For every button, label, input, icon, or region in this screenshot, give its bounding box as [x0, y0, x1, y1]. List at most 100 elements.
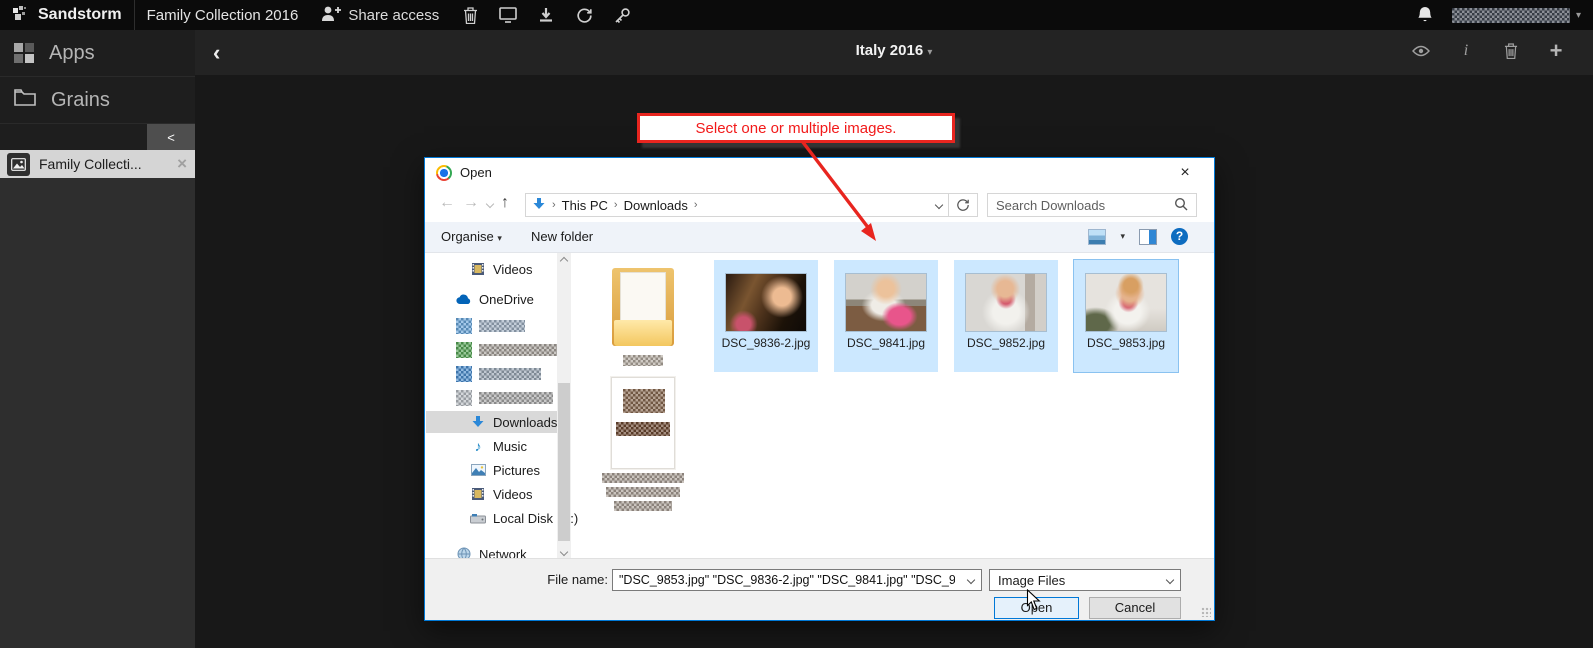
blurred-icon [456, 366, 472, 382]
photo-thumbnail [846, 274, 926, 331]
nav-pane-item-videos[interactable]: Videos [426, 258, 557, 280]
chevron-right-icon: › [694, 199, 698, 211]
search-box [987, 193, 1197, 217]
nav-forward-button[interactable]: → [463, 194, 479, 212]
address-bar[interactable]: › This PC › Downloads › [525, 193, 949, 217]
nav-pane-item-pictures[interactable]: Pictures [426, 459, 557, 481]
cloud-icon [456, 291, 472, 307]
downloads-folder-icon [532, 197, 546, 214]
notifications-bell-icon[interactable] [1416, 6, 1434, 24]
breadcrumb-downloads[interactable]: Downloads [624, 198, 688, 213]
file-type-select[interactable]: Image Files [989, 569, 1181, 591]
annotation-text: Select one or multiple images. [696, 120, 897, 137]
blurred-label [479, 368, 541, 380]
dialog-title: Open [460, 158, 492, 188]
topbar-grain-title: Family Collection 2016 [147, 7, 299, 24]
screen: Sandstorm Family Collection 2016 Share a… [0, 0, 1593, 648]
hard-disk-icon [470, 510, 486, 526]
chevron-down-icon[interactable] [961, 577, 981, 583]
file-name-label: DSC_9852.jpg [954, 336, 1058, 350]
apps-grid-icon [14, 43, 34, 63]
film-icon [470, 261, 486, 277]
share-access-button[interactable]: Share access [320, 5, 439, 25]
grains-label: Grains [51, 89, 110, 112]
file-tile-dsc-9841[interactable]: DSC_9841.jpg [834, 260, 938, 372]
blurred-file-name [606, 487, 680, 497]
file-name-label: DSC_9841.jpg [834, 336, 938, 350]
nav-pane-scrollbar[interactable] [557, 253, 571, 560]
brand-label: Sandstorm [38, 6, 122, 24]
account-menu[interactable]: ▾ [1452, 8, 1581, 23]
album-title-dropdown[interactable]: Italy 2016 ▾ [195, 42, 1593, 59]
scroll-up-icon[interactable] [557, 253, 571, 269]
nav-up-button[interactable]: ↑ [501, 194, 509, 212]
close-icon[interactable]: × [1172, 162, 1198, 184]
sidebar-item-apps[interactable]: Apps [0, 30, 195, 77]
file-name-field-label: File name: [485, 569, 608, 591]
chevron-down-icon: ▾ [497, 233, 502, 243]
nav-pane-item-blurred-2[interactable] [426, 339, 557, 361]
chevron-down-icon[interactable]: ▾ [1120, 231, 1125, 242]
thumbnail-view-icon[interactable] [1088, 229, 1106, 245]
album-title: Italy 2016 [856, 42, 924, 59]
file-tile-dsc-9852[interactable]: DSC_9852.jpg [954, 260, 1058, 372]
nav-pane-item-downloads[interactable]: Downloads [426, 411, 557, 433]
trash-icon[interactable] [461, 6, 479, 24]
blurred-icon [456, 390, 472, 406]
resize-grip[interactable] [1201, 607, 1211, 617]
nav-pane-item-music[interactable]: ♪ Music [426, 435, 557, 457]
api-key-icon[interactable] [613, 6, 631, 24]
sidebar-collapse-button[interactable]: < [147, 124, 195, 150]
eye-icon[interactable] [1412, 42, 1430, 60]
chevron-down-icon [1160, 577, 1180, 583]
toolbar-view-controls: ▾ ? [1088, 228, 1188, 245]
nav-pane-item-blurred-1[interactable] [426, 315, 557, 337]
nav-pane-item-blurred-4[interactable] [426, 387, 557, 409]
nav-pane-label: Downloads [493, 415, 557, 430]
file-tile-blurred-document[interactable] [595, 377, 691, 511]
file-name-input[interactable] [613, 573, 961, 587]
file-tile-dsc-9853[interactable]: DSC_9853.jpg [1074, 260, 1178, 372]
annotation-callout: Select one or multiple images. [637, 113, 955, 143]
folder-icon [612, 268, 674, 346]
new-folder-button[interactable]: New folder [531, 222, 593, 252]
info-icon[interactable]: i [1457, 42, 1475, 60]
file-tile-folder[interactable] [595, 260, 691, 372]
topbar-divider [134, 0, 135, 30]
organise-menu[interactable]: Organise ▾ [441, 222, 502, 253]
download-backup-icon[interactable] [537, 6, 555, 24]
refresh-button[interactable] [948, 193, 978, 217]
trash-icon[interactable] [1502, 42, 1520, 60]
screen-share-icon[interactable] [499, 6, 517, 24]
file-tile-dsc-9836-2[interactable]: DSC_9836-2.jpg [714, 260, 818, 372]
file-name-label: DSC_9853.jpg [1074, 336, 1178, 350]
restart-icon[interactable] [575, 6, 593, 24]
nav-history-caret[interactable] [486, 200, 494, 208]
breadcrumb-this-pc[interactable]: This PC [562, 198, 608, 213]
nav-pane-item-local-disk[interactable]: Local Disk (C:) [426, 507, 557, 529]
sidebar-item-family-collection[interactable]: Family Collecti... × [0, 150, 195, 178]
cancel-button[interactable]: Cancel [1089, 597, 1181, 619]
open-button[interactable]: Open [994, 597, 1079, 619]
nav-pane-item-onedrive[interactable]: OneDrive [426, 288, 557, 310]
nav-pane-item-videos-2[interactable]: Videos [426, 483, 557, 505]
photo-grain-icon [7, 153, 30, 176]
address-dropdown-caret[interactable] [935, 201, 943, 209]
preview-pane-icon[interactable] [1139, 229, 1157, 245]
blurred-label [479, 344, 557, 356]
nav-back-button[interactable]: ← [439, 194, 455, 212]
chevron-down-icon: ▾ [1576, 10, 1581, 21]
sandstorm-home-link[interactable]: Sandstorm [12, 4, 122, 27]
sidebar-item-grains[interactable]: Grains [0, 77, 195, 124]
nav-pane-item-blurred-3[interactable] [426, 363, 557, 385]
sidebar: Apps Grains < Family Collecti... × [0, 30, 195, 648]
close-icon[interactable]: × [177, 154, 187, 174]
dialog-titlebar[interactable]: Open × [425, 158, 1214, 188]
search-input[interactable] [996, 198, 1174, 213]
chevron-right-icon: › [552, 199, 556, 211]
file-name-combobox [612, 569, 982, 591]
organise-label: Organise [441, 229, 494, 244]
help-icon[interactable]: ? [1171, 228, 1188, 245]
add-photos-button[interactable]: + [1547, 42, 1565, 60]
scrollbar-thumb[interactable] [558, 383, 570, 541]
